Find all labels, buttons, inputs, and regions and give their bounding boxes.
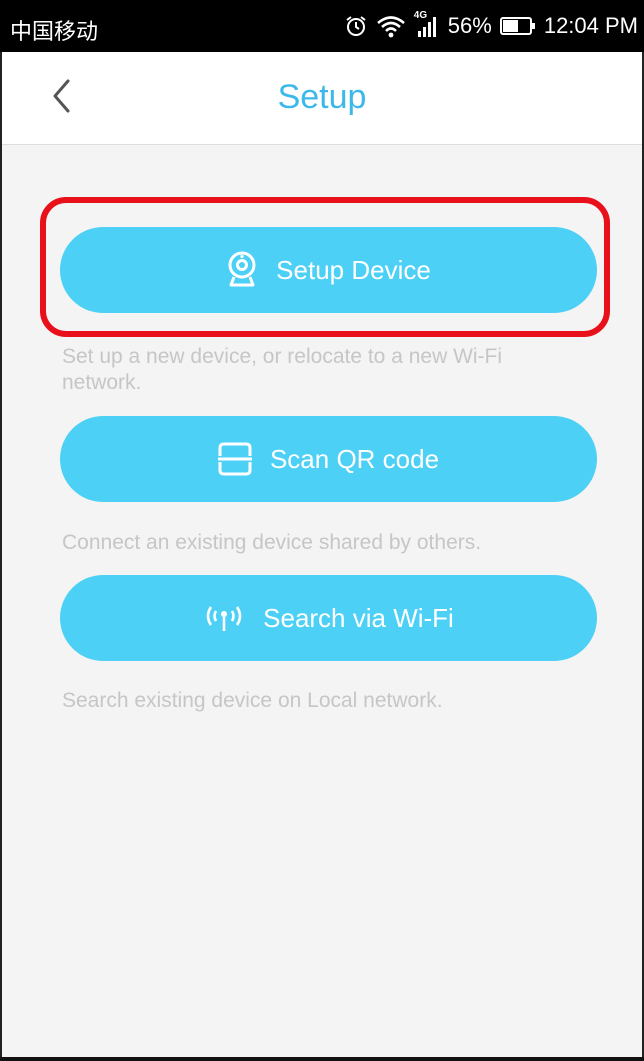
page-title: Setup [277, 78, 367, 116]
signal-icon: 4G [414, 10, 440, 38]
webcam-icon [226, 251, 258, 289]
carrier-label: 中国移动 [10, 20, 99, 45]
search-wifi-description: Search existing device on Local network. [62, 689, 443, 712]
status-bar: 中国移动 4G 56% 12:04 PM [0, 0, 644, 52]
frame-border-bottom [0, 1057, 644, 1061]
scan-qr-button[interactable]: Scan QR code [60, 416, 597, 502]
alarm-icon [344, 14, 368, 38]
scan-qr-description: Connect an existing device shared by oth… [62, 531, 482, 554]
setup-device-label: Setup Device [276, 254, 431, 285]
clock: 12:04 PM [543, 13, 638, 38]
qr-scan-icon [217, 442, 252, 476]
wifi-icon [376, 14, 406, 38]
setup-device-description: Set up a new device, or relocate to a ne… [62, 345, 503, 394]
battery-percent: 56% [447, 13, 492, 38]
network-type-label: 4G [413, 10, 428, 21]
setup-device-button[interactable]: Setup Device [60, 227, 597, 313]
frame-border-left [0, 52, 2, 1061]
search-wifi-button[interactable]: Search via Wi-Fi [60, 575, 597, 661]
scan-qr-label: Scan QR code [269, 443, 440, 474]
status-icons: 4G 56% 12:04 PM [344, 10, 638, 40]
wireless-antenna-icon [203, 603, 245, 633]
search-wifi-label: Search via Wi-Fi [263, 602, 454, 633]
app-header: Setup [0, 52, 644, 145]
battery-icon [499, 16, 536, 36]
